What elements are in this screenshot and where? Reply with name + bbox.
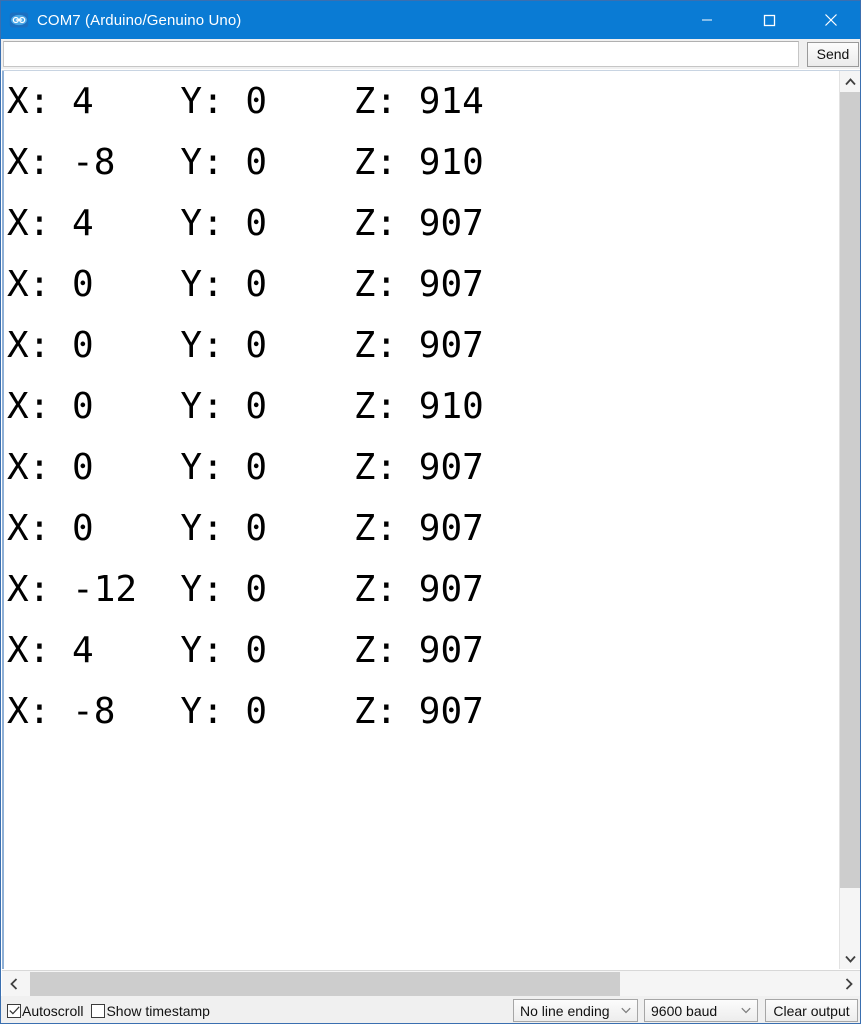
close-button[interactable] <box>800 1 860 39</box>
scroll-right-button[interactable] <box>837 971 860 996</box>
line-ending-select[interactable]: No line ending <box>513 999 638 1022</box>
serial-monitor-window: COM7 (Arduino/Genuino Uno) Send X: 4 Y: … <box>0 0 861 1024</box>
line-ending-value: No line ending <box>520 1002 610 1019</box>
status-bar: Autoscroll Show timestamp No line ending… <box>1 996 860 1023</box>
autoscroll-checkbox[interactable]: Autoscroll <box>7 1003 83 1019</box>
vertical-scrollbar[interactable] <box>839 71 860 969</box>
horizontal-scrollbar-thumb[interactable] <box>30 972 620 996</box>
chevron-up-icon <box>845 77 856 85</box>
minimize-button[interactable] <box>676 1 738 39</box>
title-bar: COM7 (Arduino/Genuino Uno) <box>1 1 860 39</box>
checkmark-icon <box>8 1006 20 1015</box>
serial-output-line: X: 4 Y: 0 Z: 907 <box>7 630 484 671</box>
serial-output-text[interactable]: X: 4 Y: 0 Z: 914 X: -8 Y: 0 Z: 910 X: 4 Y:… <box>2 71 838 969</box>
window-controls <box>676 1 860 39</box>
serial-output-line: X: 0 Y: 0 Z: 907 <box>7 325 484 366</box>
serial-output-line: X: -8 Y: 0 Z: 907 <box>7 691 484 732</box>
baud-rate-value: 9600 baud <box>651 1002 718 1019</box>
serial-output-line: X: 0 Y: 0 Z: 907 <box>7 508 484 549</box>
send-row: Send <box>1 39 860 69</box>
vertical-scrollbar-thumb[interactable] <box>840 92 860 888</box>
serial-output-line: X: 0 Y: 0 Z: 907 <box>7 447 484 488</box>
baud-rate-chevron-down-icon <box>741 1000 751 1021</box>
chevron-down-icon <box>845 955 856 963</box>
serial-output-line: X: 4 Y: 0 Z: 914 <box>7 81 484 122</box>
maximize-icon <box>763 14 775 26</box>
autoscroll-label: Autoscroll <box>22 1002 84 1019</box>
minimize-icon <box>702 19 712 21</box>
arduino-infinity-icon <box>9 12 29 28</box>
window-title: COM7 (Arduino/Genuino Uno) <box>37 11 242 29</box>
serial-output-line: X: 4 Y: 0 Z: 907 <box>7 203 484 244</box>
serial-output-line: X: 0 Y: 0 Z: 907 <box>7 264 484 305</box>
serial-output-line: X: -8 Y: 0 Z: 910 <box>7 142 484 183</box>
baud-rate-select[interactable]: 9600 baud <box>644 999 758 1022</box>
maximize-button[interactable] <box>738 1 800 39</box>
scroll-down-button[interactable] <box>840 948 860 969</box>
send-button[interactable]: Send <box>807 42 859 67</box>
output-area: X: 4 Y: 0 Z: 914 X: -8 Y: 0 Z: 910 X: 4 Y:… <box>2 70 860 971</box>
serial-output-line: X: -12 Y: 0 Z: 907 <box>7 569 484 610</box>
show-timestamp-label: Show timestamp <box>106 1002 210 1019</box>
show-timestamp-checkbox[interactable]: Show timestamp <box>91 1002 210 1019</box>
scroll-up-button[interactable] <box>840 71 860 92</box>
show-timestamp-checkbox-box[interactable] <box>91 1003 106 1018</box>
scroll-left-button[interactable] <box>2 971 26 996</box>
clear-output-button[interactable]: Clear output <box>765 999 858 1022</box>
chevron-right-icon <box>845 977 853 990</box>
serial-output-line: X: 0 Y: 0 Z: 910 <box>7 386 484 427</box>
send-input[interactable] <box>3 41 799 67</box>
horizontal-scrollbar[interactable] <box>2 970 860 996</box>
autoscroll-checkbox-box[interactable] <box>7 1003 21 1018</box>
chevron-left-icon <box>10 977 18 990</box>
close-icon <box>825 14 837 26</box>
line-ending-chevron-down-icon <box>621 1000 631 1021</box>
